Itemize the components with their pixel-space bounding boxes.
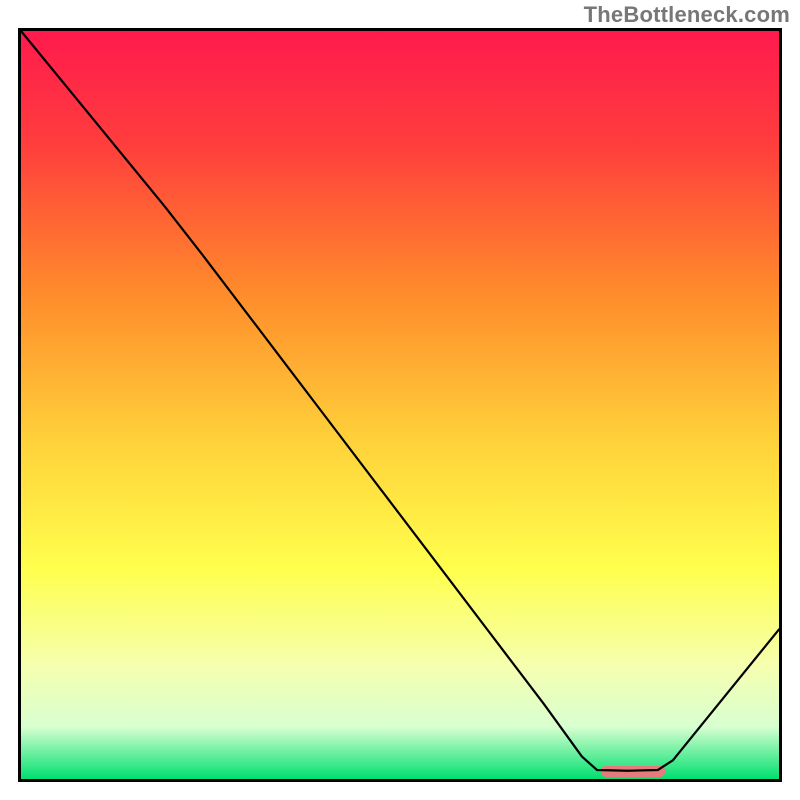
plot-svg <box>0 0 800 800</box>
gradient-fill <box>21 31 779 779</box>
chart-stage: TheBottleneck.com <box>0 0 800 800</box>
